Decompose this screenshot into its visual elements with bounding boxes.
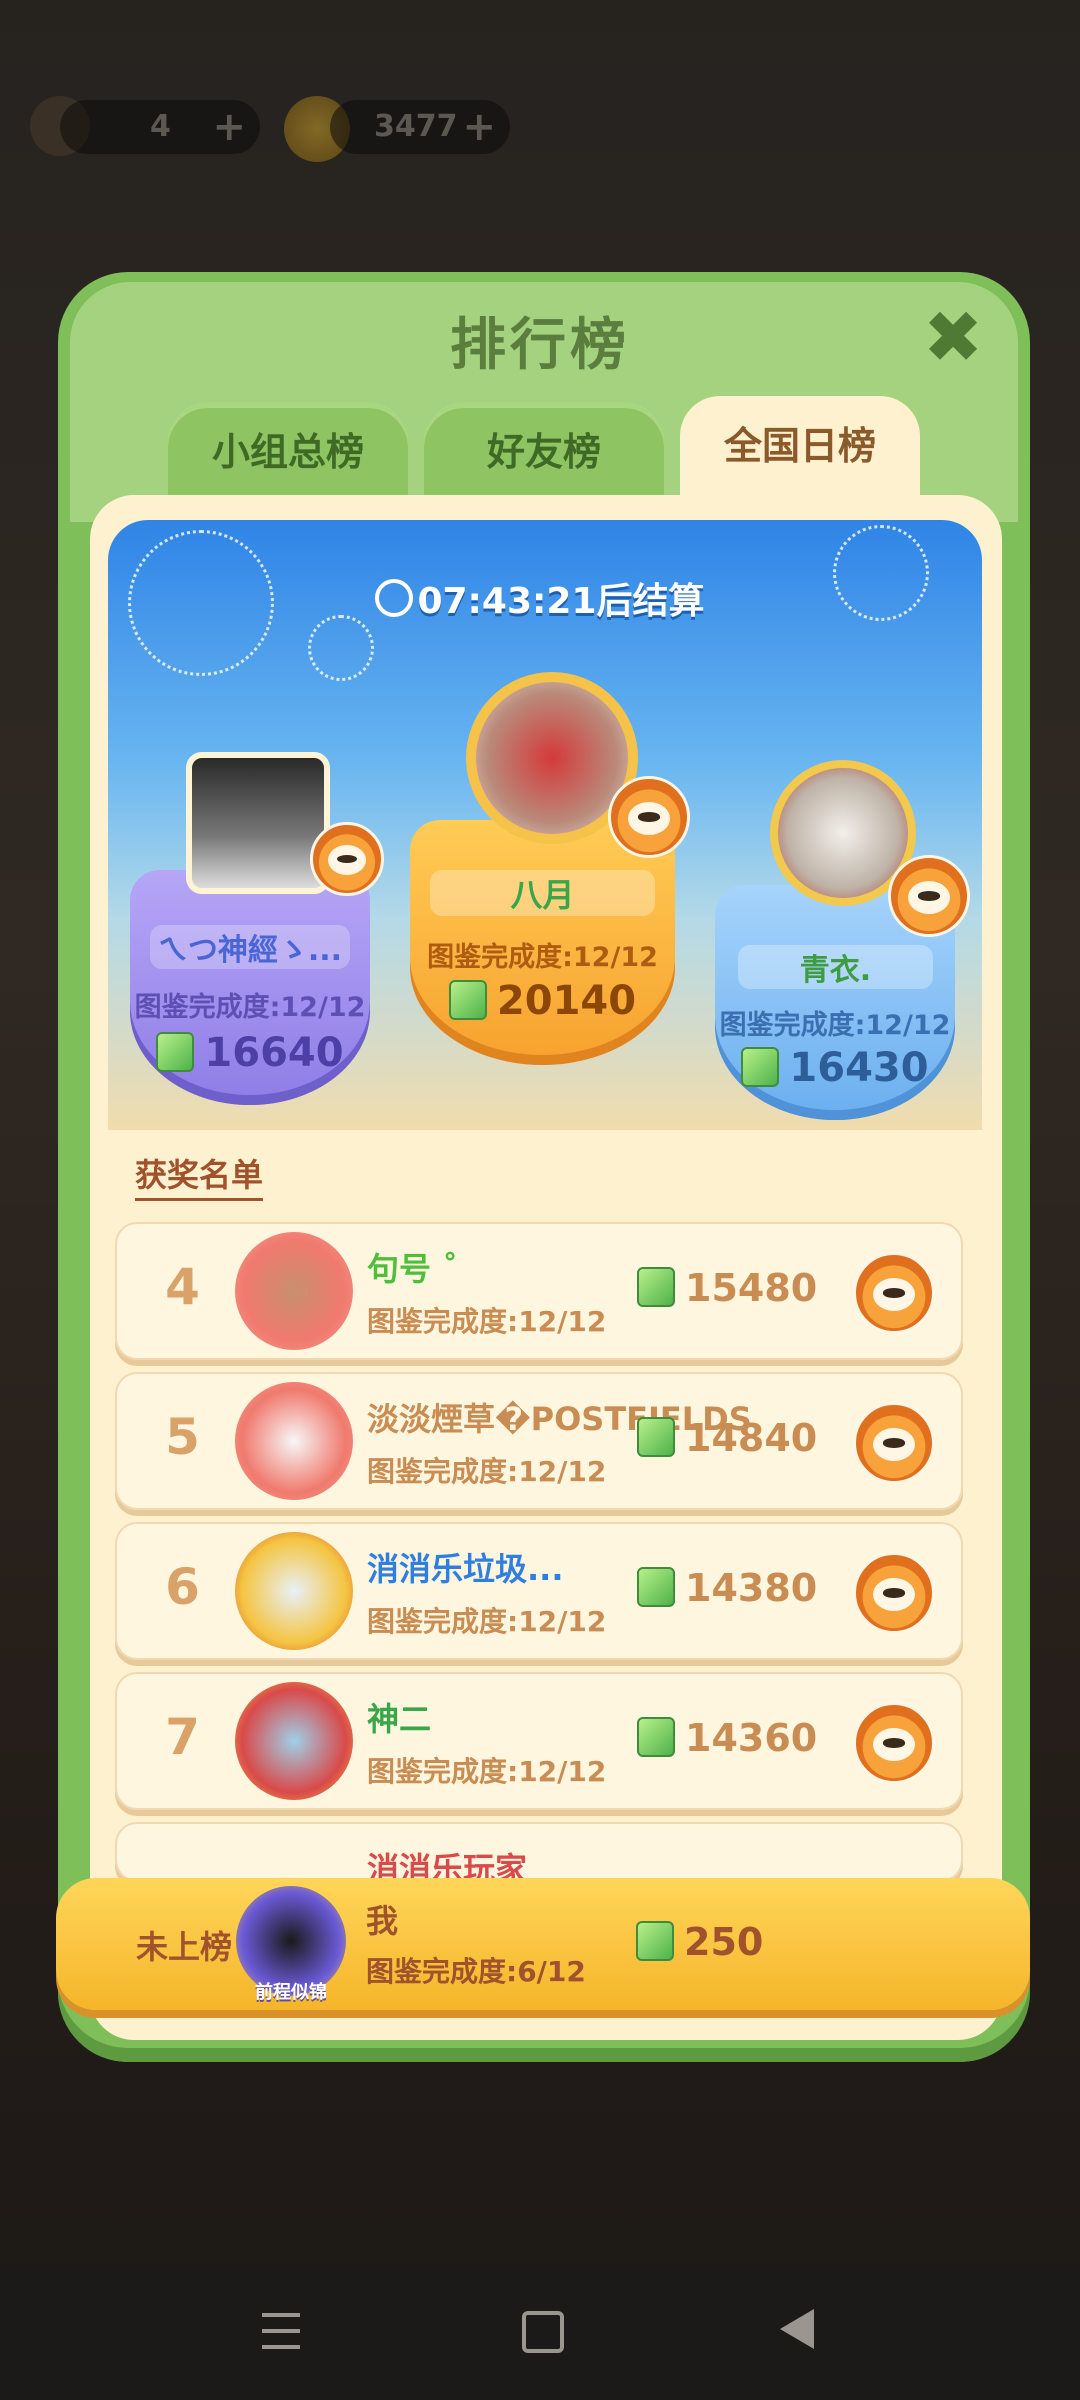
rank-number: 7: [165, 1708, 200, 1766]
my-score: 250: [636, 1920, 763, 1964]
gem-icon: [637, 1267, 675, 1307]
rank-number: 4: [165, 1258, 200, 1316]
list-item[interactable]: 4 句号 ˚ 图鉴完成度:12/12 15480: [115, 1222, 963, 1360]
gem-icon: [637, 1567, 675, 1607]
tiger-icon: [608, 776, 690, 858]
player-score: 14840: [637, 1416, 817, 1460]
player-completion: 图鉴完成度:12/12: [367, 1605, 607, 1638]
podium-first-completion: 图鉴完成度:12/12: [427, 942, 658, 973]
tiger-icon: [310, 822, 384, 896]
player-completion: 图鉴完成度:12/12: [367, 1755, 607, 1788]
podium-third-score: 16430: [715, 1045, 955, 1091]
player-score: 14380: [637, 1566, 817, 1610]
gem-icon: [448, 980, 487, 1020]
my-name: 我: [366, 1902, 399, 1940]
avatar: [235, 1682, 353, 1800]
home-icon[interactable]: [522, 2311, 564, 2353]
player-name: 神二: [367, 1700, 432, 1738]
menu-icon[interactable]: [262, 2313, 300, 2349]
player-completion: 图鉴完成度:12/12: [367, 1305, 607, 1338]
player-name: 消消乐垃圾...: [367, 1550, 564, 1588]
gem-icon: [636, 1921, 674, 1961]
settlement-timer: 07:43:21后结算: [0, 572, 1080, 624]
tiger-icon: [853, 1702, 935, 1784]
rank-number: 5: [165, 1408, 200, 1466]
podium-first-score: 20140: [410, 978, 675, 1024]
player-score: 14360: [637, 1716, 817, 1760]
podium-second-avatar[interactable]: [186, 752, 330, 894]
gem-icon: [156, 1032, 195, 1072]
podium-second-name: ㄟつ神經ゝ...: [150, 925, 350, 969]
timer-time: 07:43:21: [417, 581, 597, 622]
rank-number: 6: [165, 1558, 200, 1616]
podium-second-completion: 图鉴完成度:12/12: [134, 992, 366, 1023]
player-name: 句号 ˚: [367, 1250, 459, 1288]
player-completion: 图鉴完成度:12/12: [367, 1455, 607, 1488]
firework-decoration: [308, 615, 374, 681]
gem-icon: [637, 1417, 675, 1457]
gem-icon: [637, 1717, 675, 1757]
my-status: 未上榜: [136, 1928, 233, 1966]
back-icon[interactable]: [780, 2309, 814, 2349]
my-rank-bar[interactable]: 未上榜 前程似锦 我 图鉴完成度:6/12 250: [56, 1878, 1030, 2010]
my-completion: 图鉴完成度:6/12: [366, 1955, 586, 1988]
tiger-icon: [888, 855, 970, 937]
player-score: 15480: [637, 1266, 817, 1310]
avatar: [235, 1232, 353, 1350]
podium-first-name: 八月: [430, 870, 655, 916]
podium-third-completion: 图鉴完成度:12/12: [719, 1010, 951, 1041]
list-item[interactable]: 6 消消乐垃圾... 图鉴完成度:12/12 14380: [115, 1522, 963, 1660]
my-avatar-frame-text: 前程似锦: [255, 1982, 327, 2003]
podium-third-name: 青衣.: [738, 945, 933, 989]
avatar: [235, 1382, 353, 1500]
list-item[interactable]: 消消乐玩家: [115, 1822, 963, 1882]
winners-list-title: 获奖名单: [135, 1150, 264, 1201]
list-item[interactable]: 7 神二 图鉴完成度:12/12 14360: [115, 1672, 963, 1810]
list-item[interactable]: 5 淡淡煙草�POSTFIELDS 图鉴完成度:12/12 14840: [115, 1372, 963, 1510]
timer-suffix: 后结算: [596, 581, 705, 622]
gem-icon: [741, 1047, 780, 1087]
avatar: [235, 1532, 353, 1650]
podium-second-score: 16640: [130, 1030, 370, 1076]
clock-icon: [375, 579, 414, 617]
tiger-icon: [853, 1402, 935, 1484]
system-nav-bar: [0, 2265, 1080, 2400]
tiger-icon: [853, 1552, 935, 1634]
close-button[interactable]: ✖: [918, 301, 988, 373]
player-name: 消消乐玩家: [367, 1850, 528, 1882]
tiger-icon: [853, 1252, 935, 1334]
